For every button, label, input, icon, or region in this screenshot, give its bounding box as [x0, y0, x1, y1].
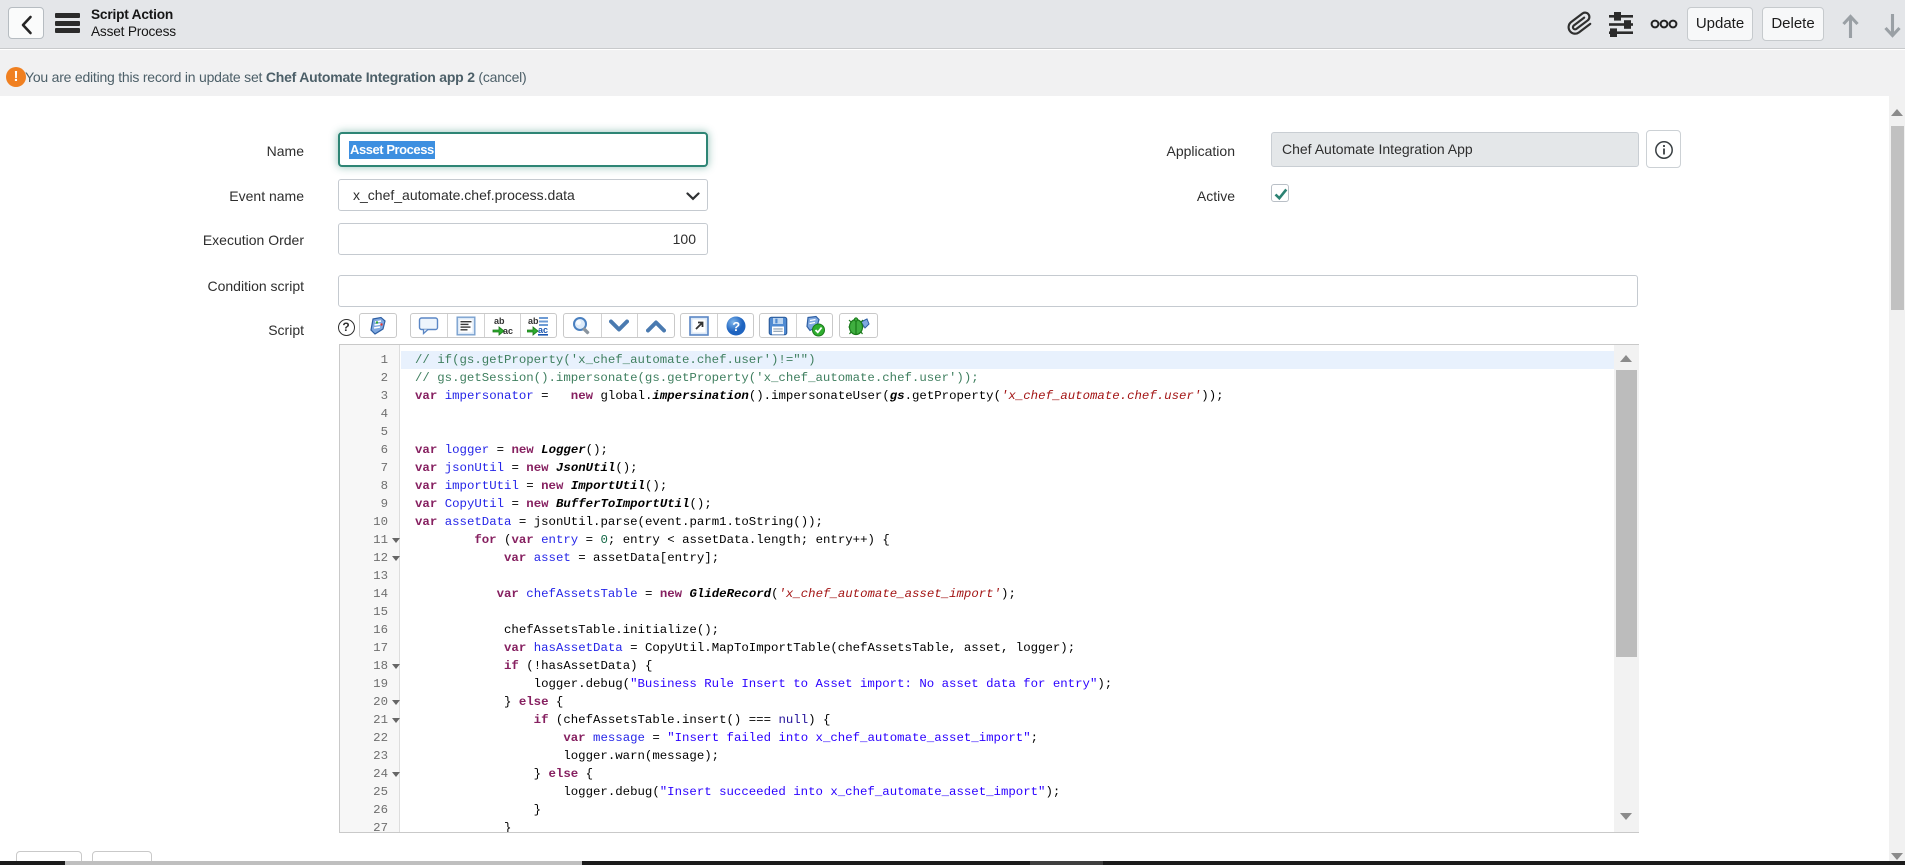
svg-text:ac: ac [503, 326, 513, 336]
svg-text:?: ? [732, 318, 740, 333]
svg-text:ab: ab [494, 316, 505, 326]
svg-text:ac: ac [538, 325, 548, 335]
